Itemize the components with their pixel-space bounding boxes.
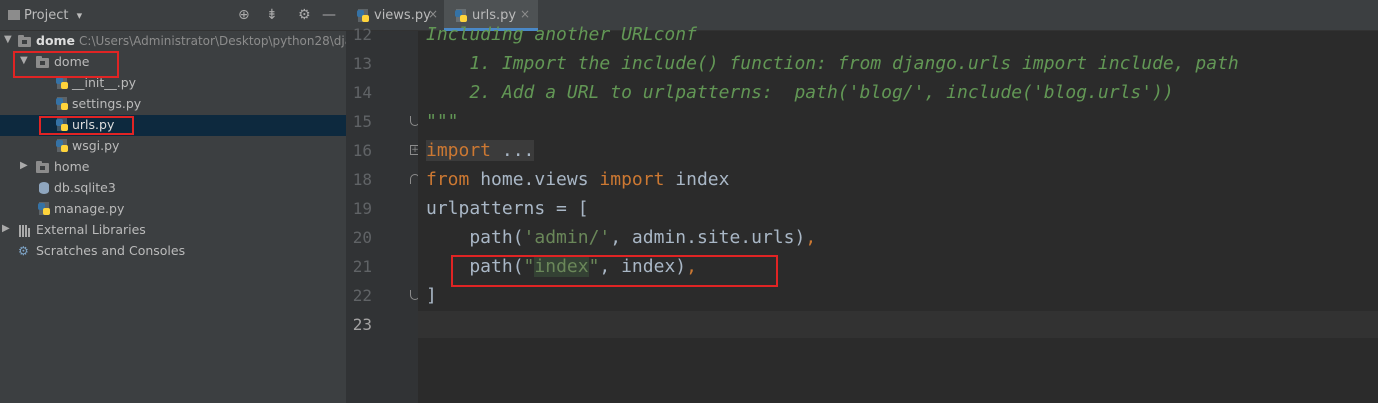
highlight-box-urls (39, 116, 134, 135)
tree-item-label: home (54, 159, 90, 174)
tree-item-scratches[interactable]: ⚙ Scratches and Consoles (0, 241, 346, 262)
tab-label: views.py (374, 8, 431, 23)
folder-icon (8, 10, 20, 20)
scratches-icon: ⚙ (18, 244, 29, 258)
line-number: 19 (352, 199, 372, 218)
code-line-12: Including another URLconf (426, 24, 697, 45)
line-number: 15 (352, 112, 372, 131)
python-file-icon (37, 202, 51, 216)
hide-icon[interactable]: — (322, 6, 336, 24)
tree-item-root[interactable]: ▼ dome C:\Users\Administrator\Desktop\py… (0, 31, 346, 52)
collapsed-arrow-icon[interactable]: ▶ (20, 160, 28, 171)
code-folded-text[interactable]: ... (491, 140, 535, 161)
code-line-18: from home.views import index (426, 168, 729, 192)
project-panel: Project ▾ ⊕ ⇟ ⚙ — ▼ dome C:\Users\Admini… (0, 0, 346, 403)
tree-item-label: External Libraries (36, 222, 146, 237)
code-line-16: import ... (426, 139, 535, 163)
tree-item-label: dome (36, 33, 76, 48)
crosshair-icon[interactable]: ⊕ (238, 6, 250, 24)
chevron-down-icon: ▾ (76, 9, 83, 22)
close-icon[interactable]: × (428, 7, 438, 21)
tree-item-label: Scratches and Consoles (36, 243, 186, 258)
tree-item-settings[interactable]: settings.py (0, 94, 346, 115)
tree-item-label: settings.py (72, 96, 142, 111)
expand-arrow-icon[interactable]: ▼ (4, 34, 12, 45)
code-string: 'admin/' (523, 227, 611, 248)
python-file-icon (356, 9, 370, 23)
code-line-14: 2. Add a URL to urlpatterns: path('blog/… (426, 82, 1174, 103)
tree-item-label: manage.py (54, 201, 125, 216)
python-file-icon (55, 76, 69, 90)
project-view-selector[interactable]: Project ▾ (8, 8, 82, 23)
library-icon (18, 223, 32, 237)
close-icon[interactable]: × (520, 7, 530, 21)
code-keyword: import (599, 169, 665, 190)
code-text: , admin.site.urls) (610, 227, 806, 248)
line-number: 16 (352, 141, 372, 160)
code-line-22: ] (426, 285, 437, 306)
database-file-icon (37, 181, 51, 195)
editor-gutter: 12 13 14 15 16 18 19 20 21 22 23 + (346, 25, 420, 403)
python-file-icon (55, 139, 69, 153)
code-comma: , (805, 227, 817, 248)
tree-item-db[interactable]: db.sqlite3 (0, 178, 346, 199)
code-text: path( (426, 227, 524, 248)
tree-item-external-libraries[interactable]: ▶ External Libraries (0, 220, 346, 241)
line-number: 13 (352, 54, 372, 73)
tab-label: urls.py (472, 8, 517, 23)
code-text: home.views (469, 169, 600, 190)
project-panel-header: Project ▾ ⊕ ⇟ ⚙ — (0, 0, 346, 31)
code-keyword: from (426, 169, 470, 190)
current-line-highlight (418, 311, 1378, 338)
collapsed-arrow-icon[interactable]: ▶ (2, 223, 10, 234)
folder-icon (18, 35, 31, 47)
python-file-icon (454, 9, 468, 23)
python-file-icon (55, 97, 69, 111)
code-line-13: 1. Import the include() function: from d… (426, 53, 1239, 74)
line-number: 14 (352, 83, 372, 102)
gear-icon[interactable]: ⚙ (298, 6, 311, 24)
line-number: 22 (352, 286, 372, 305)
line-number: 21 (352, 257, 372, 276)
tree-item-manage[interactable]: manage.py (0, 199, 346, 220)
tree-item-path: C:\Users\Administrator\Desktop\python28\… (79, 34, 346, 48)
code-editor[interactable]: Including another URLconf 1. Import the … (418, 24, 1378, 403)
code-line-20: path('admin/', admin.site.urls), (426, 226, 816, 250)
line-number: 18 (352, 170, 372, 189)
line-number: 20 (352, 228, 372, 247)
line-number-current: 23 (352, 315, 372, 334)
tree-item-home[interactable]: ▶ home (0, 157, 346, 178)
collapse-icon[interactable]: ⇟ (266, 6, 278, 24)
tree-item-wsgi[interactable]: wsgi.py (0, 136, 346, 157)
code-line-19: urlpatterns = [ (426, 198, 589, 219)
tree-item-label: wsgi.py (72, 138, 120, 153)
code-text: index (664, 169, 730, 190)
folder-icon (36, 161, 49, 173)
project-title: Project (24, 8, 69, 23)
highlight-box-dome (13, 51, 119, 78)
line-number: 12 (352, 25, 372, 44)
tree-item-label: db.sqlite3 (54, 180, 116, 195)
code-keyword: import (426, 140, 492, 161)
code-line-15: """ (426, 111, 459, 132)
highlight-box-line-21 (451, 255, 778, 287)
